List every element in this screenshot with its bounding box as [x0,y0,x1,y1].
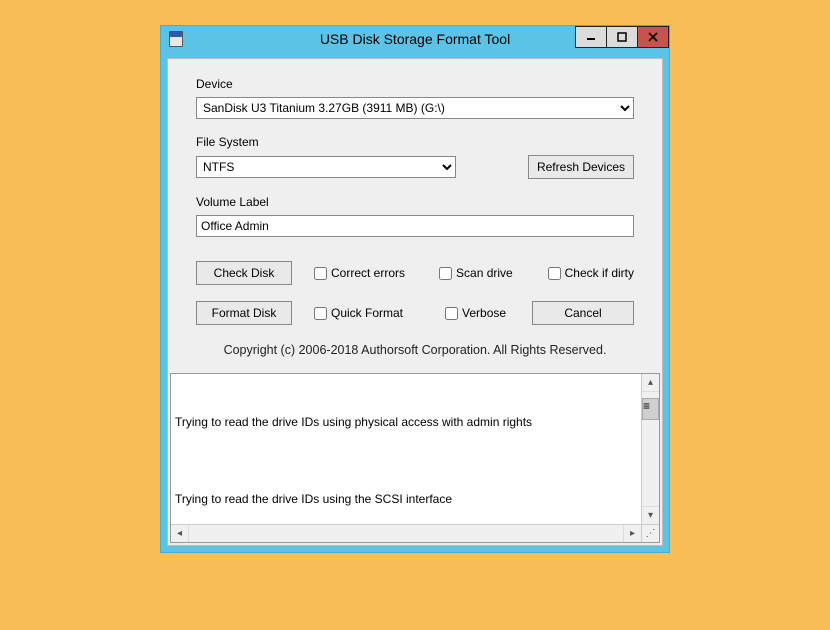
quick-format-checkbox[interactable]: Quick Format [314,306,403,320]
verbose-checkbox[interactable]: Verbose [445,306,506,320]
device-select[interactable]: SanDisk U3 Titanium 3.27GB (3911 MB) (G:… [196,97,634,119]
minimize-button[interactable] [575,26,607,48]
app-icon [169,31,183,47]
scroll-thumb[interactable]: ≡ [642,398,659,420]
titlebar[interactable]: USB Disk Storage Format Tool [161,26,669,52]
device-label: Device [196,77,634,91]
refresh-devices-button[interactable]: Refresh Devices [528,155,634,179]
scroll-down-icon[interactable]: ▾ [642,506,659,524]
vertical-scrollbar[interactable]: ▴ ≡ ▾ [641,374,659,524]
format-disk-button[interactable]: Format Disk [196,301,292,325]
scroll-right-icon[interactable]: ▸ [623,525,641,542]
maximize-button[interactable] [606,26,638,48]
volume-label-label: Volume Label [196,195,634,209]
client-area: Device SanDisk U3 Titanium 3.27GB (3911 … [167,58,663,546]
app-window: USB Disk Storage Format Tool Device SanD… [160,25,670,553]
check-disk-button[interactable]: Check Disk [196,261,292,285]
resize-grip-icon[interactable]: ⋰ [641,525,659,542]
horizontal-scrollbar[interactable]: ◂ ▸ ⋰ [171,524,659,542]
volume-label-input[interactable] [196,215,634,237]
check-if-dirty-checkbox[interactable]: Check if dirty [548,266,634,280]
log-output: Trying to read the drive IDs using physi… [170,373,660,543]
filesystem-select[interactable]: NTFS [196,156,456,178]
copyright-text: Copyright (c) 2006-2018 Authorsoft Corpo… [196,329,634,367]
correct-errors-checkbox[interactable]: Correct errors [314,266,405,280]
close-button[interactable] [637,26,669,48]
scan-drive-checkbox[interactable]: Scan drive [439,266,513,280]
scroll-up-icon[interactable]: ▴ [642,374,659,392]
log-text[interactable]: Trying to read the drive IDs using physi… [171,374,641,524]
scroll-left-icon[interactable]: ◂ [171,525,189,542]
cancel-button[interactable]: Cancel [532,301,634,325]
filesystem-label: File System [196,135,634,149]
